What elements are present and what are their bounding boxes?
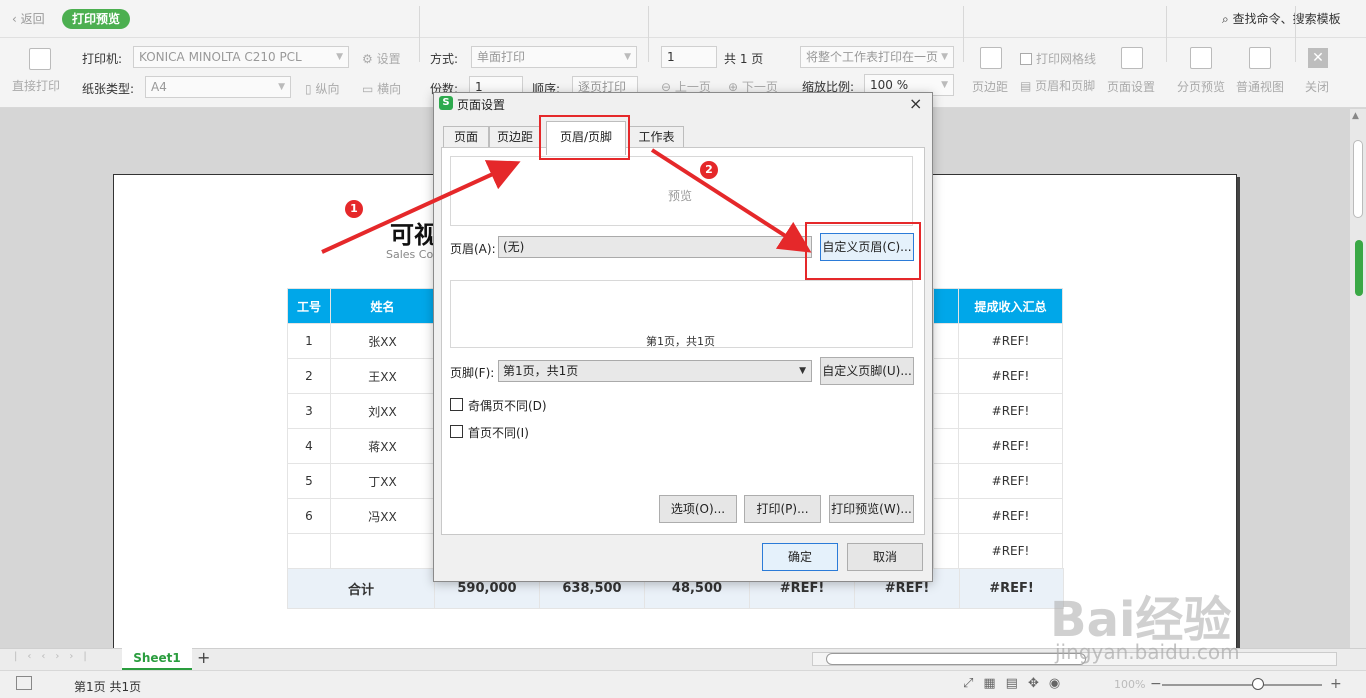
arrow-to-custom-header [650, 148, 812, 253]
step-badge-1: 1 [345, 200, 363, 218]
baidu-watermark-url: jingyan.baidu.com [1055, 640, 1240, 664]
step-badge-2: 2 [700, 161, 718, 179]
tab-header-footer[interactable]: 页眉/页脚 [546, 121, 626, 155]
